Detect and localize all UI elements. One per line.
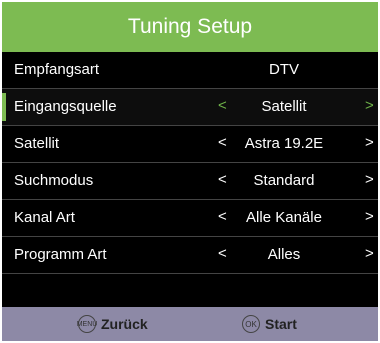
start-button[interactable]: OK Start xyxy=(242,307,297,341)
menu-row-empfangsart[interactable]: Empfangsart DTV xyxy=(2,52,378,89)
menu-row-suchmodus[interactable]: Suchmodus < Standard > xyxy=(2,163,378,200)
chevron-left-icon[interactable]: < xyxy=(218,237,227,271)
menu-row-label: Empfangsart xyxy=(14,61,100,78)
start-button-label: Start xyxy=(265,316,297,332)
back-button[interactable]: MENU Zurück xyxy=(77,307,148,341)
footer-bar: MENU Zurück OK Start xyxy=(2,307,378,341)
chevron-left-icon[interactable]: < xyxy=(218,163,227,197)
page-title: Tuning Setup xyxy=(2,2,378,52)
menu-row-label: Satellit xyxy=(14,135,60,152)
chevron-right-icon[interactable]: > xyxy=(365,237,374,271)
menu-row-label: Kanal Art xyxy=(14,209,75,226)
page-title-text: Tuning Setup xyxy=(127,15,253,38)
back-button-label: Zurück xyxy=(101,316,148,332)
menu-row-value: Standard xyxy=(253,172,315,189)
settings-menu: Empfangsart DTV Eingangsquelle < Satelli… xyxy=(2,52,378,274)
chevron-left-icon[interactable]: < xyxy=(218,89,227,123)
menu-row-value: DTV xyxy=(269,61,299,78)
menu-row-label: Suchmodus xyxy=(14,172,94,189)
chevron-right-icon[interactable]: > xyxy=(365,163,374,197)
chevron-left-icon[interactable]: < xyxy=(218,126,227,160)
menu-row-eingangsquelle[interactable]: Eingangsquelle < Satellit > xyxy=(2,89,378,126)
menu-button-icon: MENU xyxy=(77,315,97,333)
chevron-right-icon[interactable]: > xyxy=(365,89,374,123)
menu-row-label: Programm Art xyxy=(14,246,107,263)
menu-row-value: Alle Kanäle xyxy=(246,209,322,226)
menu-row-kanal-art[interactable]: Kanal Art < Alle Kanäle > xyxy=(2,200,378,237)
menu-row-programm-art[interactable]: Programm Art < Alles > xyxy=(2,237,378,274)
menu-row-value: Astra 19.2E xyxy=(244,135,324,152)
tuning-setup-window: Tuning Setup Empfangsart DTV Eingangsque… xyxy=(2,2,378,341)
menu-row-satellit[interactable]: Satellit < Astra 19.2E > xyxy=(2,126,378,163)
chevron-right-icon[interactable]: > xyxy=(365,126,374,160)
menu-row-value: Alles xyxy=(267,246,301,263)
ok-button-icon: OK xyxy=(242,315,260,333)
chevron-left-icon[interactable]: < xyxy=(218,200,227,234)
chevron-right-icon[interactable]: > xyxy=(365,200,374,234)
menu-row-label: Eingangsquelle xyxy=(14,98,117,115)
menu-row-value: Satellit xyxy=(261,98,307,115)
